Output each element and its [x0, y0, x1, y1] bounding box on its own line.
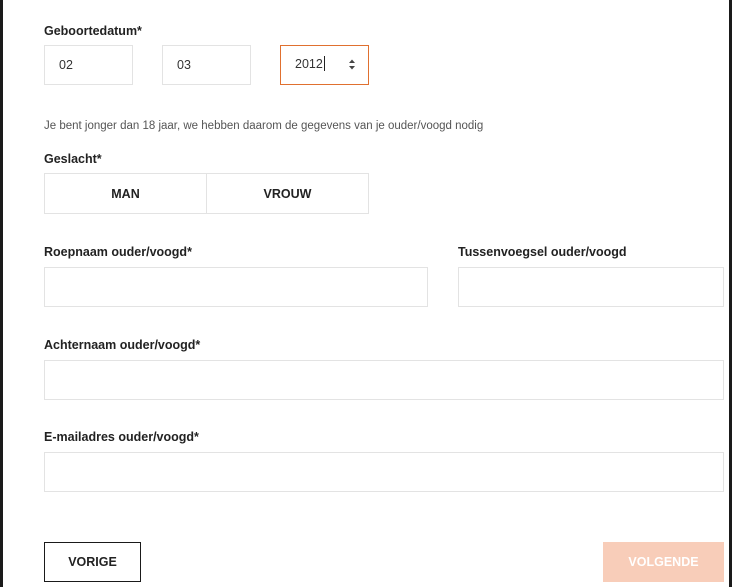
birthdate-day-input[interactable]: 02: [44, 45, 133, 85]
birthdate-month-input[interactable]: 03: [162, 45, 251, 85]
text-cursor: [323, 56, 325, 72]
birthdate-month-value: 03: [177, 58, 191, 72]
gender-toggle: MAN VROUW: [44, 173, 369, 214]
birthdate-day-value: 02: [59, 58, 73, 72]
form-panel: Geboortedatum* 02 03 2012 Je bent jonger…: [0, 0, 732, 587]
age-notice: Je bent jonger dan 18 jaar, we hebben da…: [44, 120, 484, 132]
guardian-first-name-input[interactable]: [44, 267, 428, 307]
guardian-infix-input[interactable]: [458, 267, 724, 307]
guardian-last-name-input[interactable]: [44, 360, 724, 400]
guardian-email-label: E-mailadres ouder/voogd*: [44, 430, 199, 444]
next-button[interactable]: VOLGENDE: [603, 542, 724, 582]
guardian-email-input[interactable]: [44, 452, 724, 492]
guardian-infix-label: Tussenvoegsel ouder/voogd: [458, 245, 627, 259]
gender-label: Geslacht*: [44, 152, 102, 166]
number-spinner-icon[interactable]: [348, 58, 356, 71]
gender-option-man[interactable]: MAN: [45, 174, 206, 213]
guardian-last-name-label: Achternaam ouder/voogd*: [44, 338, 201, 352]
birthdate-year-value: 2012: [295, 57, 323, 71]
birthdate-year-input[interactable]: 2012: [280, 45, 369, 85]
previous-button[interactable]: VORIGE: [44, 542, 141, 582]
birthdate-label: Geboortedatum*: [44, 24, 142, 38]
gender-option-vrouw[interactable]: VROUW: [206, 174, 368, 213]
guardian-first-name-label: Roepnaam ouder/voogd*: [44, 245, 192, 259]
